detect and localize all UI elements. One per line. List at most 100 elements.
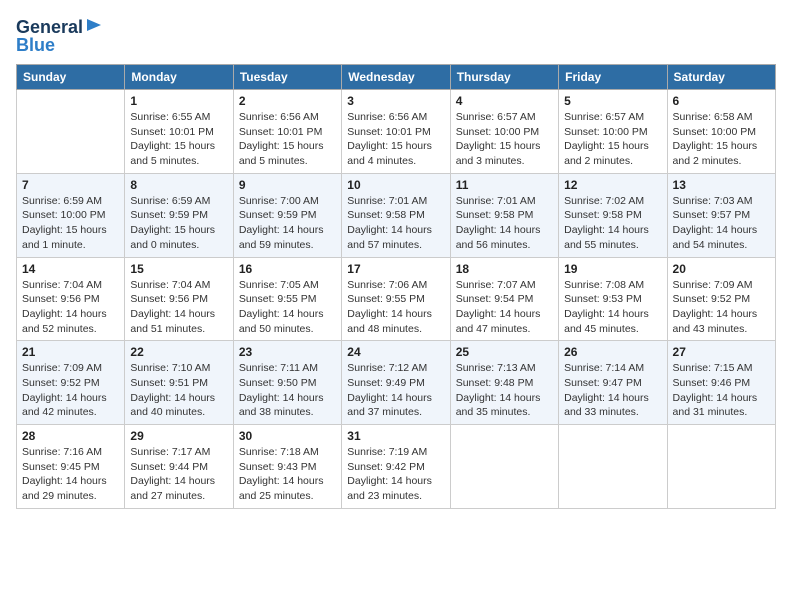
weekday-header-row: SundayMondayTuesdayWednesdayThursdayFrid… (17, 65, 776, 90)
day-number: 1 (130, 94, 227, 108)
week-row-5: 28 Sunrise: 7:16 AMSunset: 9:45 PMDayligh… (17, 425, 776, 509)
day-info: Sunrise: 7:01 AMSunset: 9:58 PMDaylight:… (347, 194, 444, 253)
day-cell-25: 25 Sunrise: 7:13 AMSunset: 9:48 PMDayligh… (450, 341, 558, 425)
day-cell-3: 3Sunrise: 6:56 AMSunset: 10:01 PMDayligh… (342, 90, 450, 174)
day-number: 31 (347, 429, 444, 443)
day-info: Sunrise: 7:00 AMSunset: 9:59 PMDaylight:… (239, 194, 336, 253)
weekday-header-saturday: Saturday (667, 65, 775, 90)
day-cell-29: 29 Sunrise: 7:17 AMSunset: 9:44 PMDayligh… (125, 425, 233, 509)
day-number: 28 (22, 429, 119, 443)
day-number: 15 (130, 262, 227, 276)
day-info: Sunrise: 7:18 AMSunset: 9:43 PMDaylight:… (239, 445, 336, 504)
day-cell-6: 6 Sunrise: 6:58 AMSunset: 10:00 PMDayligh… (667, 90, 775, 174)
day-cell-13: 13 Sunrise: 7:03 AMSunset: 9:57 PMDayligh… (667, 173, 775, 257)
day-cell-17: 17 Sunrise: 7:06 AMSunset: 9:55 PMDayligh… (342, 257, 450, 341)
day-info: Sunrise: 6:58 AMSunset: 10:00 PMDaylight… (673, 110, 770, 169)
day-cell-23: 23 Sunrise: 7:11 AMSunset: 9:50 PMDayligh… (233, 341, 341, 425)
day-info: Sunrise: 7:16 AMSunset: 9:45 PMDaylight:… (22, 445, 119, 504)
day-cell-12: 12Sunrise: 7:02 AMSunset: 9:58 PMDayligh… (559, 173, 667, 257)
day-number: 27 (673, 345, 770, 359)
day-cell-22: 22Sunrise: 7:10 AMSunset: 9:51 PMDayligh… (125, 341, 233, 425)
day-info: Sunrise: 7:06 AMSunset: 9:55 PMDaylight:… (347, 278, 444, 337)
day-number: 23 (239, 345, 336, 359)
logo: General Blue (16, 16, 103, 56)
day-info: Sunrise: 6:55 AMSunset: 10:01 PMDaylight… (130, 110, 227, 169)
week-row-2: 7Sunrise: 6:59 AMSunset: 10:00 PMDayligh… (17, 173, 776, 257)
weekday-header-wednesday: Wednesday (342, 65, 450, 90)
day-number: 29 (130, 429, 227, 443)
logo-blue-text: Blue (16, 35, 55, 56)
day-number: 14 (22, 262, 119, 276)
week-row-4: 21 Sunrise: 7:09 AMSunset: 9:52 PMDayligh… (17, 341, 776, 425)
day-number: 18 (456, 262, 553, 276)
day-cell-21: 21 Sunrise: 7:09 AMSunset: 9:52 PMDayligh… (17, 341, 125, 425)
day-number: 20 (673, 262, 770, 276)
day-info: Sunrise: 7:03 AMSunset: 9:57 PMDaylight:… (673, 194, 770, 253)
day-cell-1: 1 Sunrise: 6:55 AMSunset: 10:01 PMDayligh… (125, 90, 233, 174)
header: General Blue (16, 16, 776, 56)
weekday-header-monday: Monday (125, 65, 233, 90)
day-info: Sunrise: 7:07 AMSunset: 9:54 PMDaylight:… (456, 278, 553, 337)
day-cell-2: 2 Sunrise: 6:56 AMSunset: 10:01 PMDayligh… (233, 90, 341, 174)
day-info: Sunrise: 7:02 AMSunset: 9:58 PMDaylight:… (564, 194, 661, 253)
day-cell-11: 11Sunrise: 7:01 AMSunset: 9:58 PMDayligh… (450, 173, 558, 257)
day-number: 13 (673, 178, 770, 192)
day-info: Sunrise: 6:56 AMSunset: 10:01 PMDaylight… (239, 110, 336, 169)
day-cell-7: 7Sunrise: 6:59 AMSunset: 10:00 PMDayligh… (17, 173, 125, 257)
day-info: Sunrise: 7:15 AMSunset: 9:46 PMDaylight:… (673, 361, 770, 420)
day-info: Sunrise: 7:11 AMSunset: 9:50 PMDaylight:… (239, 361, 336, 420)
day-info: Sunrise: 7:12 AMSunset: 9:49 PMDaylight:… (347, 361, 444, 420)
day-number: 5 (564, 94, 661, 108)
day-cell-18: 18 Sunrise: 7:07 AMSunset: 9:54 PMDayligh… (450, 257, 558, 341)
day-cell-4: 4 Sunrise: 6:57 AMSunset: 10:00 PMDayligh… (450, 90, 558, 174)
day-cell-9: 9 Sunrise: 7:00 AMSunset: 9:59 PMDaylight… (233, 173, 341, 257)
day-cell-24: 24 Sunrise: 7:12 AMSunset: 9:49 PMDayligh… (342, 341, 450, 425)
day-info: Sunrise: 7:10 AMSunset: 9:51 PMDaylight:… (130, 361, 227, 420)
day-info: Sunrise: 6:57 AMSunset: 10:00 PMDaylight… (456, 110, 553, 169)
day-info: Sunrise: 7:09 AMSunset: 9:52 PMDaylight:… (22, 361, 119, 420)
day-number: 9 (239, 178, 336, 192)
day-cell-8: 8Sunrise: 6:59 AMSunset: 9:59 PMDaylight… (125, 173, 233, 257)
day-info: Sunrise: 7:14 AMSunset: 9:47 PMDaylight:… (564, 361, 661, 420)
empty-cell (450, 425, 558, 509)
day-cell-30: 30 Sunrise: 7:18 AMSunset: 9:43 PMDayligh… (233, 425, 341, 509)
week-row-1: 1 Sunrise: 6:55 AMSunset: 10:01 PMDayligh… (17, 90, 776, 174)
day-info: Sunrise: 7:13 AMSunset: 9:48 PMDaylight:… (456, 361, 553, 420)
day-number: 25 (456, 345, 553, 359)
day-number: 2 (239, 94, 336, 108)
weekday-header-tuesday: Tuesday (233, 65, 341, 90)
day-cell-15: 15Sunrise: 7:04 AMSunset: 9:56 PMDayligh… (125, 257, 233, 341)
weekday-header-sunday: Sunday (17, 65, 125, 90)
day-number: 21 (22, 345, 119, 359)
weekday-header-thursday: Thursday (450, 65, 558, 90)
week-row-3: 14 Sunrise: 7:04 AMSunset: 9:56 PMDayligh… (17, 257, 776, 341)
day-cell-31: 31 Sunrise: 7:19 AMSunset: 9:42 PMDayligh… (342, 425, 450, 509)
day-cell-14: 14 Sunrise: 7:04 AMSunset: 9:56 PMDayligh… (17, 257, 125, 341)
day-number: 17 (347, 262, 444, 276)
day-info: Sunrise: 7:01 AMSunset: 9:58 PMDaylight:… (456, 194, 553, 253)
day-number: 3 (347, 94, 444, 108)
day-info: Sunrise: 7:04 AMSunset: 9:56 PMDaylight:… (22, 278, 119, 337)
day-cell-10: 10 Sunrise: 7:01 AMSunset: 9:58 PMDayligh… (342, 173, 450, 257)
day-number: 10 (347, 178, 444, 192)
day-number: 4 (456, 94, 553, 108)
day-info: Sunrise: 7:17 AMSunset: 9:44 PMDaylight:… (130, 445, 227, 504)
weekday-header-friday: Friday (559, 65, 667, 90)
day-cell-19: 19Sunrise: 7:08 AMSunset: 9:53 PMDayligh… (559, 257, 667, 341)
page-wrapper: General Blue SundayMondayTuesdayWednesda… (16, 16, 776, 509)
day-cell-26: 26Sunrise: 7:14 AMSunset: 9:47 PMDayligh… (559, 341, 667, 425)
day-cell-27: 27 Sunrise: 7:15 AMSunset: 9:46 PMDayligh… (667, 341, 775, 425)
empty-cell (667, 425, 775, 509)
empty-cell (17, 90, 125, 174)
empty-cell (559, 425, 667, 509)
day-number: 30 (239, 429, 336, 443)
day-info: Sunrise: 7:08 AMSunset: 9:53 PMDaylight:… (564, 278, 661, 337)
day-cell-16: 16Sunrise: 7:05 AMSunset: 9:55 PMDayligh… (233, 257, 341, 341)
day-info: Sunrise: 6:59 AMSunset: 9:59 PMDaylight:… (130, 194, 227, 253)
day-info: Sunrise: 6:57 AMSunset: 10:00 PMDaylight… (564, 110, 661, 169)
day-info: Sunrise: 7:19 AMSunset: 9:42 PMDaylight:… (347, 445, 444, 504)
day-number: 24 (347, 345, 444, 359)
calendar-table: SundayMondayTuesdayWednesdayThursdayFrid… (16, 64, 776, 509)
day-cell-28: 28 Sunrise: 7:16 AMSunset: 9:45 PMDayligh… (17, 425, 125, 509)
day-number: 6 (673, 94, 770, 108)
